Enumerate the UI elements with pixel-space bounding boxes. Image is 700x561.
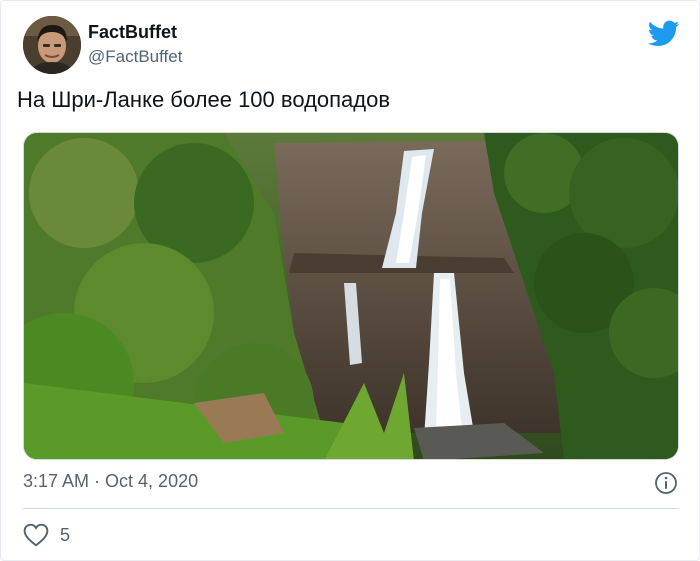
twitter-bird-icon[interactable] <box>648 20 680 48</box>
tweet-card: FactBuffet @FactBuffet На Шри-Ланке боле… <box>0 0 700 561</box>
tweet-timestamp[interactable]: 3:17 AM · Oct 4, 2020 <box>23 471 198 492</box>
like-count: 5 <box>60 525 71 545</box>
divider <box>23 508 679 509</box>
author-handle[interactable]: @FactBuffet <box>88 47 182 67</box>
tweet-photo[interactable] <box>23 132 679 460</box>
tweet-text: На Шри-Ланке более 100 водопадов <box>17 87 391 112</box>
author-avatar[interactable] <box>23 16 81 74</box>
waterfall-photo <box>24 133 678 459</box>
author-name[interactable]: FactBuffet <box>88 22 177 43</box>
info-icon[interactable] <box>654 471 678 495</box>
tweet-header: FactBuffet @FactBuffet <box>23 16 683 76</box>
avatar-image <box>23 16 81 74</box>
heart-icon <box>23 523 49 547</box>
